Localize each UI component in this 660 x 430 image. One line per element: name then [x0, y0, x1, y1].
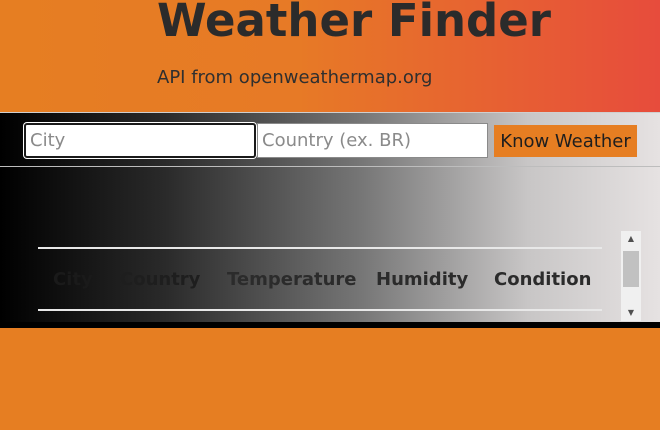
column-header-temperature: Temperature — [227, 269, 357, 290]
column-header-country: Country — [120, 269, 201, 290]
results-scrollbar[interactable]: ▲ ▼ — [621, 231, 641, 321]
column-header-condition: Condition — [494, 269, 592, 290]
table-header: City Country Temperature Humidity Condit… — [38, 247, 602, 311]
search-form: Know Weather — [0, 112, 660, 167]
scroll-down-arrow-icon[interactable]: ▼ — [621, 305, 641, 321]
know-weather-button[interactable]: Know Weather — [494, 125, 637, 157]
api-credit: API from openweathermap.org — [157, 67, 433, 88]
city-input[interactable] — [24, 123, 256, 158]
app-header: Weather Finder API from openweathermap.o… — [0, 0, 660, 112]
country-input[interactable] — [257, 123, 488, 158]
scroll-up-arrow-icon[interactable]: ▲ — [621, 231, 641, 247]
column-header-humidity: Humidity — [376, 269, 469, 290]
scroll-thumb[interactable] — [623, 251, 639, 287]
column-header-city: City — [53, 269, 93, 290]
results-panel: City Country Temperature Humidity Condit… — [0, 167, 660, 328]
page-title: Weather Finder — [157, 0, 551, 47]
